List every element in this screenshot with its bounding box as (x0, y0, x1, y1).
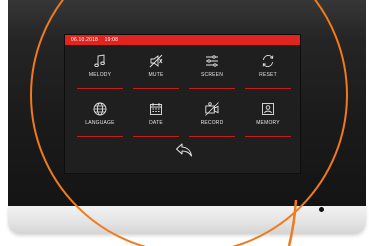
menu-item-language[interactable]: LANGUAGE (77, 99, 123, 137)
device-bottom-panel (8, 206, 366, 234)
menu-item-underline (189, 136, 235, 137)
menu-item-label: SCREEN (200, 72, 224, 78)
menu-item-label: RECORD (200, 120, 224, 126)
sliders-icon (206, 55, 218, 67)
menu-item-record[interactable]: RECORD (189, 99, 235, 137)
menu-item-label: DATE (149, 120, 163, 126)
menu-item-label: MELODY (88, 72, 112, 78)
menu-item-underline (133, 136, 179, 137)
globe-icon (93, 102, 107, 116)
camera-record-icon (205, 102, 219, 116)
menu-item-screen[interactable]: SCREEN (189, 51, 235, 89)
back-arrow-icon[interactable] (174, 142, 194, 158)
menu-item-underline (189, 88, 235, 89)
menu-item-underline (77, 136, 123, 137)
status-time: 19:08 (104, 37, 119, 43)
indicator-led (319, 207, 324, 212)
mute-icon (149, 54, 163, 68)
calendar-icon (150, 103, 162, 115)
menu-item-label: RESET (259, 72, 277, 78)
memory-icon (262, 103, 274, 115)
menu-item-underline (245, 88, 291, 89)
menu-item-reset[interactable]: RESET (245, 51, 291, 89)
menu-item-underline (77, 88, 123, 89)
menu-item-label: MEMORY (256, 120, 280, 126)
menu-item-underline (245, 136, 291, 137)
menu-item-label: MUTE (148, 72, 164, 78)
status-date: 06.10.2018 (71, 37, 99, 43)
menu-item-date[interactable]: DATE (133, 99, 179, 137)
menu-item-underline (133, 88, 179, 89)
settings-grid: MELODY MUTE SCREEN RESET LANGUAGE DATE R… (69, 51, 299, 147)
status-bar: 06.10.2018 19:08 (65, 35, 300, 45)
music-note-icon (94, 54, 105, 68)
menu-item-mute[interactable]: MUTE (133, 51, 179, 89)
reset-icon (262, 55, 274, 67)
menu-item-label: LANGUAGE (85, 120, 115, 126)
menu-screen: 06.10.2018 19:08 MELODY MUTE SCREEN RESE… (64, 34, 301, 174)
menu-item-melody[interactable]: MELODY (77, 51, 123, 89)
menu-item-memory[interactable]: MEMORY (245, 99, 291, 137)
